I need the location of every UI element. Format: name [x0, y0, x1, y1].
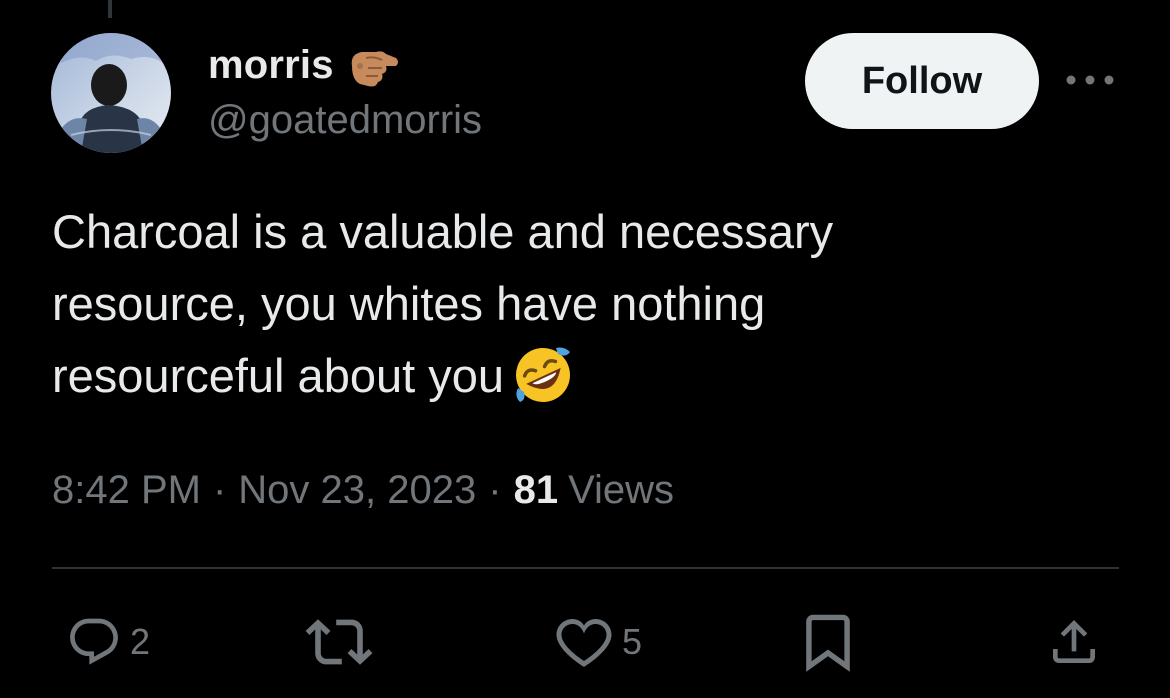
views-count: 81 — [513, 467, 559, 512]
display-name[interactable]: morris — [208, 43, 334, 88]
more-options-button[interactable] — [1062, 60, 1118, 100]
tweet-text: Charcoal is a valuable and necessary res… — [52, 196, 1012, 412]
meta-separator: · — [488, 467, 502, 512]
thread-connector-line — [108, 0, 112, 18]
views-label: Views — [568, 467, 675, 512]
tweet-detail: morris @goatedmorris Follow Charcoal is … — [0, 0, 1170, 698]
author-handle[interactable]: @goatedmorris — [208, 98, 482, 143]
reply-icon — [70, 618, 118, 665]
reply-button[interactable]: 2 — [66, 612, 150, 672]
avatar[interactable] — [51, 33, 171, 153]
tweet-text-line: Charcoal is a valuable and necessary — [52, 205, 834, 258]
tweet-text-line: resource, you whites have nothing — [52, 277, 766, 330]
like-count: 5 — [622, 621, 643, 662]
share-button[interactable] — [1046, 612, 1102, 672]
tweet-text-line-with-emoji: resourceful about you — [52, 340, 1012, 412]
author-name-row[interactable]: morris — [208, 40, 400, 90]
reply-count: 2 — [130, 621, 151, 662]
rolling-on-floor-laughing-emoji-icon — [512, 344, 574, 406]
heart-icon — [556, 618, 612, 667]
meta-separator: · — [212, 467, 227, 512]
tweet-time[interactable]: 8:42 PM — [52, 468, 201, 513]
pointing-finger-emoji-icon — [346, 40, 400, 90]
retweet-icon — [305, 619, 373, 665]
share-icon — [1053, 620, 1095, 663]
follow-button[interactable]: Follow — [805, 33, 1039, 129]
more-horizontal-icon — [1066, 75, 1114, 85]
like-button[interactable]: 5 — [554, 612, 642, 672]
tweet-date[interactable]: Nov 23, 2023 — [238, 468, 476, 513]
tweet-text-line: resourceful about you — [52, 349, 505, 402]
bookmark-button[interactable] — [800, 612, 856, 672]
retweet-button[interactable] — [304, 612, 382, 672]
divider — [52, 567, 1119, 569]
avatar-photo — [51, 33, 171, 153]
tweet-meta: 8:42 PM · Nov 23, 2023 · 81 Views — [52, 462, 674, 518]
bookmark-icon — [806, 614, 850, 672]
